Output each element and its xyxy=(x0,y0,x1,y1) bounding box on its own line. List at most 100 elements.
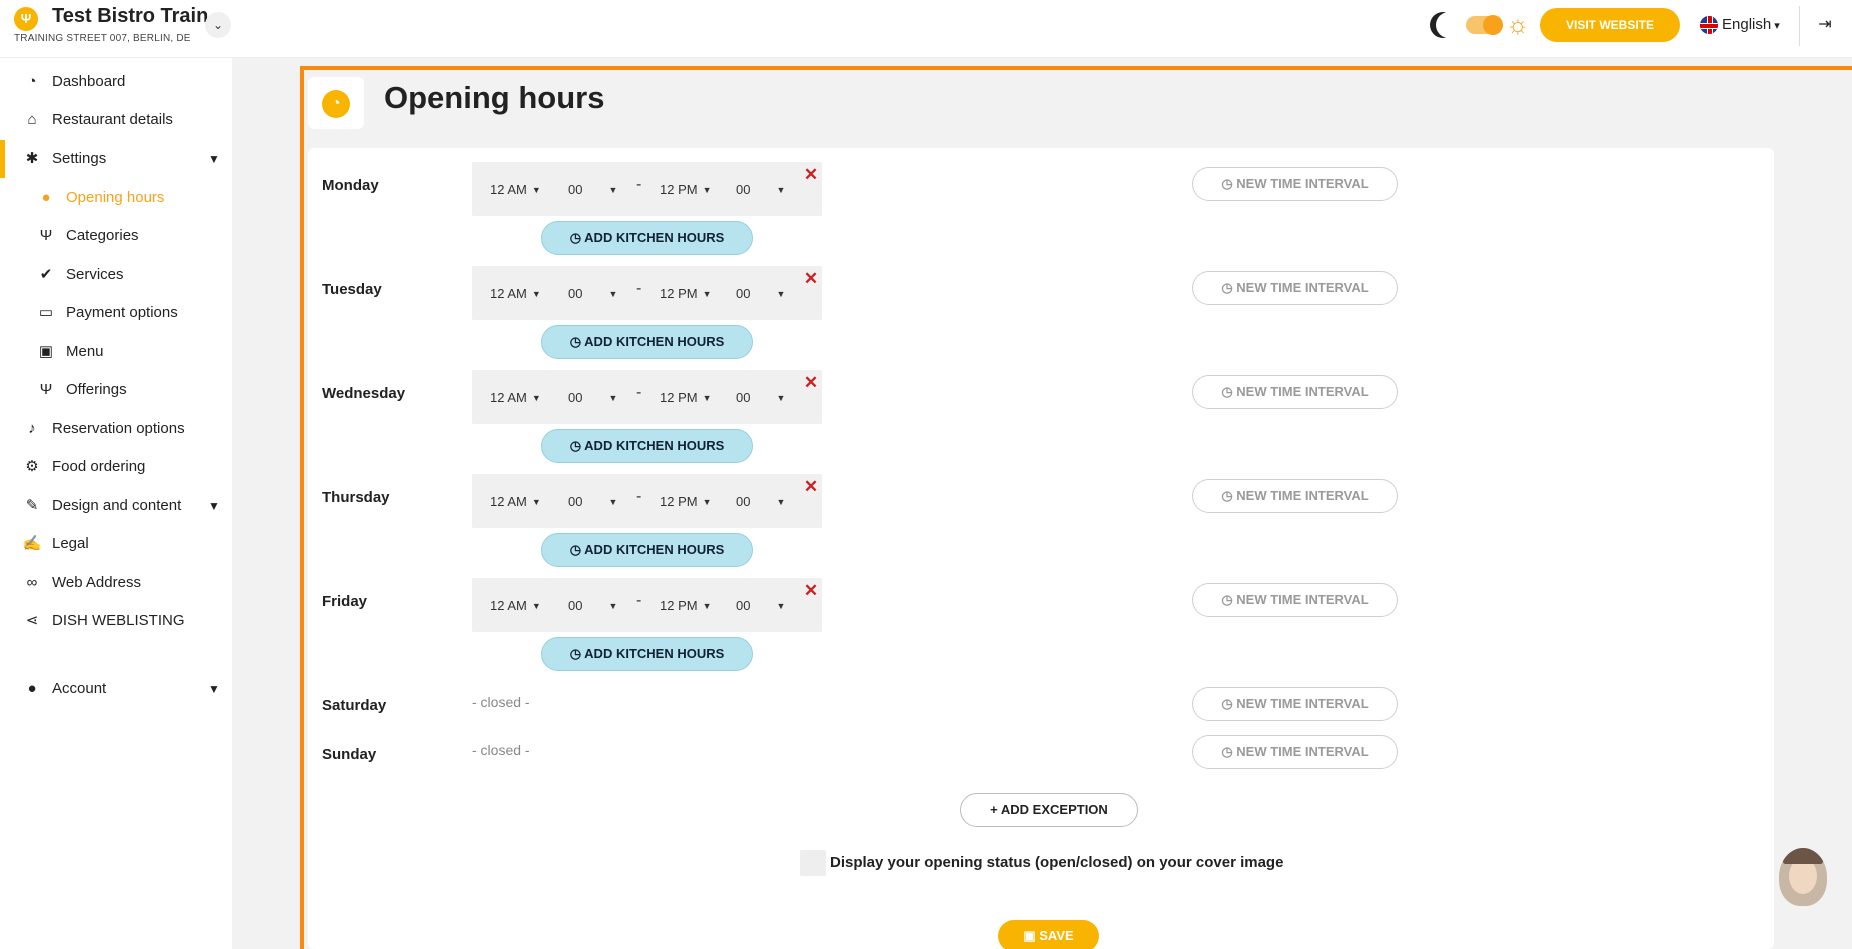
logout-icon[interactable]: ⇥ xyxy=(1812,12,1838,38)
sidebar-item-web-address[interactable]: ∞ Web Address xyxy=(0,564,232,602)
start-hour-select[interactable]: 12 AM ▼ xyxy=(490,389,541,407)
new-time-interval-button[interactable]: ◷ NEW TIME INTERVAL xyxy=(1192,479,1398,513)
cutlery-icon: Ψ xyxy=(39,381,53,398)
sidebar-item-label: Legal xyxy=(52,535,89,552)
remove-interval-icon[interactable]: ✕ xyxy=(803,478,819,495)
save-button[interactable]: ▣ SAVE xyxy=(998,920,1099,949)
restaurant-switch-chevron-icon[interactable]: ⌄ xyxy=(205,12,231,38)
caret-down-icon: ▼ xyxy=(776,185,786,195)
end-hour-select[interactable]: 12 PM ▼ xyxy=(660,285,712,303)
start-hour-value: 12 AM xyxy=(490,286,527,301)
sidebar-item-dashboard[interactable]: ◔ Dashboard xyxy=(0,63,232,101)
sidebar-item-label: DISH WEBLISTING xyxy=(52,612,185,629)
page-title: Opening hours xyxy=(384,80,605,115)
link-icon: ∞ xyxy=(26,574,38,591)
add-kitchen-hours-button[interactable]: ◷ ADD KITCHEN HOURS xyxy=(541,533,753,567)
sidebar-item-food-ordering[interactable]: ⚙ Food ordering xyxy=(0,448,232,486)
sidebar-item-settings[interactable]: ✱ Settings ▼ xyxy=(0,140,232,178)
remove-interval-icon[interactable]: ✕ xyxy=(803,582,819,599)
sidebar-item-label: Food ordering xyxy=(52,458,146,475)
sidebar-item-payment-options[interactable]: ▭ Payment options xyxy=(0,294,232,332)
start-minute-value: 00 xyxy=(568,598,583,613)
button-label: NEW TIME INTERVAL xyxy=(1236,384,1369,399)
caret-down-icon: ▼ xyxy=(776,289,786,299)
sidebar-item-label: Restaurant details xyxy=(52,111,173,128)
start-minute-select[interactable]: 00 ▼ xyxy=(568,285,617,303)
visit-website-button[interactable]: VISIT WEBSITE xyxy=(1540,8,1680,42)
add-kitchen-hours-button[interactable]: ◷ ADD KITCHEN HOURS xyxy=(541,429,753,463)
sidebar-item-dish-weblisting[interactable]: ⋖ DISH WEBLISTING xyxy=(0,602,232,640)
new-time-interval-button[interactable]: ◷ NEW TIME INTERVAL xyxy=(1192,375,1398,409)
end-minute-select[interactable]: 00 ▼ xyxy=(736,285,785,303)
button-label: NEW TIME INTERVAL xyxy=(1236,744,1369,759)
end-hour-value: 12 PM xyxy=(660,494,698,509)
sidebar-item-categories[interactable]: Ψ Categories xyxy=(0,217,232,255)
day-label-tuesday: Tuesday xyxy=(322,281,382,298)
new-time-interval-button[interactable]: ◷ NEW TIME INTERVAL xyxy=(1192,687,1398,721)
end-minute-select[interactable]: 00 ▼ xyxy=(736,181,785,199)
start-minute-select[interactable]: 00 ▼ xyxy=(568,181,617,199)
credit-card-icon: ▭ xyxy=(38,304,54,321)
new-time-interval-button[interactable]: ◷ NEW TIME INTERVAL xyxy=(1192,271,1398,305)
clock-icon: ◷ xyxy=(1221,744,1237,759)
start-minute-value: 00 xyxy=(568,182,583,197)
brush-icon: ✎ xyxy=(25,497,39,514)
end-minute-select[interactable]: 00 ▼ xyxy=(736,389,785,407)
time-separator: - xyxy=(636,384,642,401)
sidebar-item-restaurant-details[interactable]: ⌂ Restaurant details xyxy=(0,101,232,139)
clock-icon: ◷ xyxy=(569,334,585,349)
sidebar-item-reservation-options[interactable]: ♪ Reservation options xyxy=(0,410,232,448)
support-avatar[interactable] xyxy=(1779,848,1827,906)
new-time-interval-button[interactable]: ◷ NEW TIME INTERVAL xyxy=(1192,735,1398,769)
sidebar-item-menu[interactable]: ▣ Menu xyxy=(0,333,232,371)
caret-down-icon: ▼ xyxy=(702,185,712,195)
check-circle-icon: ✔ xyxy=(39,266,53,283)
add-kitchen-hours-button[interactable]: ◷ ADD KITCHEN HOURS xyxy=(541,221,753,255)
sidebar-item-services[interactable]: ✔ Services xyxy=(0,256,232,294)
new-time-interval-button[interactable]: ◷ NEW TIME INTERVAL xyxy=(1192,583,1398,617)
start-hour-select[interactable]: 12 AM ▼ xyxy=(490,285,541,303)
sidebar-item-opening-hours[interactable]: ● Opening hours xyxy=(0,179,232,217)
display-status-checkbox[interactable] xyxy=(800,850,826,876)
caret-down-icon: ▼ xyxy=(531,289,541,299)
remove-interval-icon[interactable]: ✕ xyxy=(803,374,819,391)
end-hour-select[interactable]: 12 PM ▼ xyxy=(660,181,712,199)
time-separator: - xyxy=(636,176,642,193)
language-selector[interactable]: English ▾ xyxy=(1700,14,1780,36)
moon-icon xyxy=(1436,12,1462,38)
start-minute-select[interactable]: 00 ▼ xyxy=(568,493,617,511)
button-label: NEW TIME INTERVAL xyxy=(1236,592,1369,607)
start-hour-select[interactable]: 12 AM ▼ xyxy=(490,181,541,199)
end-hour-select[interactable]: 12 PM ▼ xyxy=(660,389,712,407)
start-hour-select[interactable]: 12 AM ▼ xyxy=(490,493,541,511)
remove-interval-icon[interactable]: ✕ xyxy=(803,166,819,183)
chevron-down-icon: ▼ xyxy=(208,682,220,696)
end-hour-select[interactable]: 12 PM ▼ xyxy=(660,597,712,615)
end-hour-select[interactable]: 12 PM ▼ xyxy=(660,493,712,511)
restaurant-name[interactable]: Test Bistro Train.. xyxy=(52,5,219,28)
button-label: ADD KITCHEN HOURS xyxy=(584,542,725,557)
add-exception-button[interactable]: + ADD EXCEPTION xyxy=(960,793,1138,827)
caret-down-icon: ▼ xyxy=(776,601,786,611)
day-label-friday: Friday xyxy=(322,593,368,610)
sidebar-item-legal[interactable]: ✍ Legal xyxy=(0,525,232,563)
start-minute-select[interactable]: 00 ▼ xyxy=(568,597,617,615)
sidebar-item-design-and-content[interactable]: ✎ Design and content ▼ xyxy=(0,487,232,525)
add-kitchen-hours-button[interactable]: ◷ ADD KITCHEN HOURS xyxy=(541,325,753,359)
sidebar-item-label: Services xyxy=(66,266,124,283)
sidebar-item-offerings[interactable]: Ψ Offerings xyxy=(0,371,232,409)
start-hour-select[interactable]: 12 AM ▼ xyxy=(490,597,541,615)
add-kitchen-hours-button[interactable]: ◷ ADD KITCHEN HOURS xyxy=(541,637,753,671)
end-minute-select[interactable]: 00 ▼ xyxy=(736,493,785,511)
sun-icon: ☼ xyxy=(1506,9,1530,39)
start-hour-value: 12 AM xyxy=(490,494,527,509)
button-label: ADD KITCHEN HOURS xyxy=(584,438,725,453)
new-time-interval-button[interactable]: ◷ NEW TIME INTERVAL xyxy=(1192,167,1398,201)
remove-interval-icon[interactable]: ✕ xyxy=(803,270,819,287)
start-minute-select[interactable]: 00 ▼ xyxy=(568,389,617,407)
theme-toggle-knob[interactable] xyxy=(1483,15,1503,35)
restaurant-logo-icon: Ψ xyxy=(14,7,38,31)
button-label: ADD KITCHEN HOURS xyxy=(584,334,725,349)
end-minute-select[interactable]: 00 ▼ xyxy=(736,597,785,615)
sidebar-item-account[interactable]: ● Account ▼ xyxy=(0,670,232,708)
